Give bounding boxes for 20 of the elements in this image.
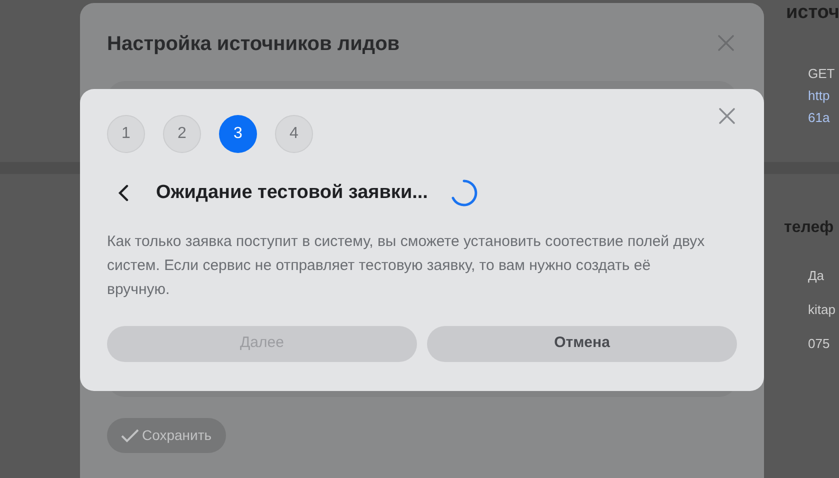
url-link[interactable]: http [808, 86, 839, 106]
step-indicator[interactable]: 3 [219, 115, 257, 153]
value-text: 075 [808, 335, 831, 353]
dialog-title: Настройка источников лидов [107, 32, 400, 57]
section-heading: телеф [784, 218, 835, 238]
check-icon [121, 428, 139, 442]
back-chevron-icon[interactable] [118, 184, 129, 202]
step-indicator[interactable]: 2 [163, 115, 201, 153]
value-text: kitap [808, 301, 836, 319]
cancel-button[interactable]: Отмена [427, 326, 737, 362]
value-text: Да [808, 267, 826, 285]
close-icon[interactable] [717, 34, 735, 52]
page-heading: источ [786, 2, 839, 24]
url-link[interactable]: 61a [808, 108, 839, 128]
method-label: GET [808, 65, 836, 83]
close-icon[interactable] [718, 107, 736, 125]
step-indicator[interactable]: 1 [107, 115, 145, 153]
description-text: Как только заявка поступит в систему, вы сможете установить соотествие полей двух систем. Если сервис не отправляет тестовую заявку, то вам нужно создать её вручную. [107, 232, 706, 300]
step-indicator[interactable]: 4 [275, 115, 313, 153]
step-title: Ожидание тестовой заявки... [156, 181, 428, 205]
